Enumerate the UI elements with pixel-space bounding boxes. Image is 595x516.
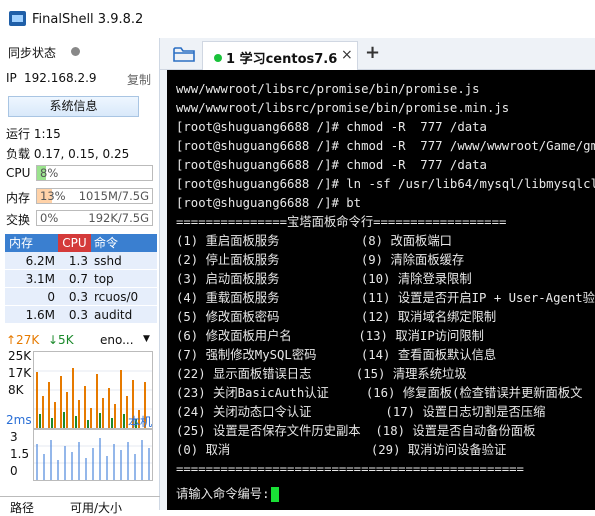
network-interface-select[interactable]: eno... [100,333,134,347]
terminal-line: (0) 取消 (29) 取消访问设备验证 [176,443,507,457]
terminal-line: (1) 重启面板服务 (8) 改面板端口 [176,234,452,248]
uptime: 运行 1:15 [6,127,61,141]
tab-session[interactable]: 1 学习centos7.6 × [202,41,358,70]
process-cpu: 1.3 [68,254,88,268]
terminal-gutter [160,70,167,510]
swap-usage-bar: 0% 192K/7.5G [36,210,153,226]
window-title: FinalShell 3.9.8.2 [32,12,144,27]
finalshell-logo-icon [9,11,26,26]
terminal-line: (25) 设置是否保存文件历史副本 (18) 设置是否自动备份面板 [176,424,536,438]
folder-icon[interactable] [173,46,195,62]
terminal-line: (23) 关闭BasicAuth认证 (16) 修复面板(检查错误并更新面板文 [176,386,583,400]
sync-status-dot [71,47,80,56]
column-available-size[interactable]: 可用/大小 [70,499,122,516]
terminal-line: [root@shuguang6688 /]# chmod -R 777 /www… [176,139,595,153]
process-cpu: 0.7 [68,272,88,286]
terminal-line: (5) 修改面板密码 (12) 取消域名绑定限制 [176,310,497,324]
add-tab-button[interactable]: + [365,42,380,63]
memory-usage-bar: 13% 1015M/7.5G [36,188,153,204]
terminal-line: ========================================… [176,462,524,476]
connection-status-dot [214,54,222,62]
ip-value: 192.168.2.9 [24,71,97,85]
memory-detail: 1015M/7.5G [78,189,149,203]
process-command: rcuos/0 [94,290,139,304]
swap-detail: 192K/7.5G [88,211,149,225]
cpu-label: CPU [6,166,31,180]
process-memory: 0 [47,290,55,304]
process-cpu: 0.3 [68,290,88,304]
swap-label: 交换 [6,213,31,227]
ping-y-label: 1.5 [10,447,30,461]
column-command[interactable]: 命令 [91,234,157,252]
process-command: top [94,272,114,286]
terminal-line: [root@shuguang6688 /]# bt [176,196,362,210]
sidebar: 同步状态 IP 192.168.2.9 复制 系统信息 运行 1:15 负载 0… [0,38,160,515]
terminal-line: www/wwwroot/libsrc/promise/bin/promise.m… [176,101,510,115]
terminal-cursor [271,487,280,502]
column-path[interactable]: 路径 [10,499,34,516]
table-row[interactable]: 3.1M 0.7 top [5,270,157,288]
terminal-line: (22) 显示面板错误日志 (15) 清理系统垃圾 [176,367,467,381]
terminal[interactable]: www/wwwroot/libsrc/promise/bin/promise.j… [167,70,595,510]
copy-ip-button[interactable]: 复制 [127,71,151,88]
terminal-line: (2) 停止面板服务 (9) 清除面板缓存 [176,253,465,267]
process-memory: 6.2M [25,254,55,268]
table-row[interactable]: 1.6M 0.3 auditd [5,306,157,324]
network-y-label: 17K [8,366,32,380]
terminal-line: www/wwwroot/libsrc/promise/bin/promise.j… [176,82,480,96]
column-cpu[interactable]: CPU [58,234,91,252]
ping-y-label: 3 [10,430,18,444]
network-y-label: 8K [8,383,24,397]
column-memory[interactable]: 内存 [5,234,58,252]
terminal-prompt-line[interactable]: 请输入命令编号: [176,485,595,504]
process-memory: 1.6M [25,308,55,322]
process-cpu: 0.3 [68,308,88,322]
network-y-label: 25K [8,349,32,363]
cpu-usage-bar: 8% [36,165,153,181]
table-row[interactable]: 6.2M 1.3 sshd [5,252,157,270]
memory-label: 内存 [6,191,31,205]
title-bar: FinalShell 3.9.8.2 [0,0,595,38]
tab-label: 1 学习centos7.6 [226,52,338,67]
network-upload: ↑27K [6,333,40,347]
ping-host-select[interactable]: 本机 [128,413,152,430]
ping-chart [33,429,153,481]
process-table-header: 内存 CPU 命令 [5,234,157,252]
system-info-button[interactable]: 系统信息 [8,96,139,117]
terminal-line: (4) 重载面板服务 (11) 设置是否开启IP + User-Agent验 [176,291,595,305]
close-icon[interactable]: × [341,47,353,63]
terminal-line: [root@shuguang6688 /]# chmod -R 777 /dat… [176,158,487,172]
load-average: 负载 0.17, 0.15, 0.25 [6,147,130,161]
process-command: sshd [94,254,122,268]
process-command: auditd [94,308,133,322]
terminal-line: (6) 修改面板用户名 (13) 取消IP访问限制 [176,329,484,343]
terminal-line: ===============宝塔面板命令行================== [176,215,507,229]
process-table: 内存 CPU 命令 6.2M 1.3 sshd 3.1M 0.7 top 0 0… [5,234,157,324]
terminal-prompt: 请输入命令编号: [176,487,270,501]
network-download: ↓5K [48,333,74,347]
ping-latency: 2ms [6,413,32,427]
terminal-line: (3) 启动面板服务 (10) 清除登录限制 [176,272,472,286]
disk-table-header: 路径 可用/大小 [0,496,160,515]
ip-label: IP [6,71,17,85]
terminal-output: www/wwwroot/libsrc/promise/bin/promise.j… [176,80,595,504]
swap-percent: 0% [40,211,59,225]
ping-y-label: 0 [10,464,18,478]
chevron-down-icon[interactable]: ▼ [143,334,150,344]
terminal-line: (24) 关闭动态口令认证 (17) 设置日志切割是否压缩 [176,405,546,419]
ping-chart-graph [34,438,152,480]
table-row[interactable]: 0 0.3 rcuos/0 [5,288,157,306]
sync-status-label: 同步状态 [8,46,57,60]
terminal-line: [root@shuguang6688 /]# chmod -R 777 /dat… [176,120,487,134]
terminal-line: (7) 强制修改MySQL密码 (14) 查看面板默认信息 [176,348,497,362]
process-memory: 3.1M [25,272,55,286]
terminal-line: [root@shuguang6688 /]# ln -sf /usr/lib64… [176,177,595,191]
cpu-usage-text: 8% [40,166,59,180]
tab-bar: 1 学习centos7.6 × + [160,38,595,70]
memory-percent: 13% [40,189,66,203]
